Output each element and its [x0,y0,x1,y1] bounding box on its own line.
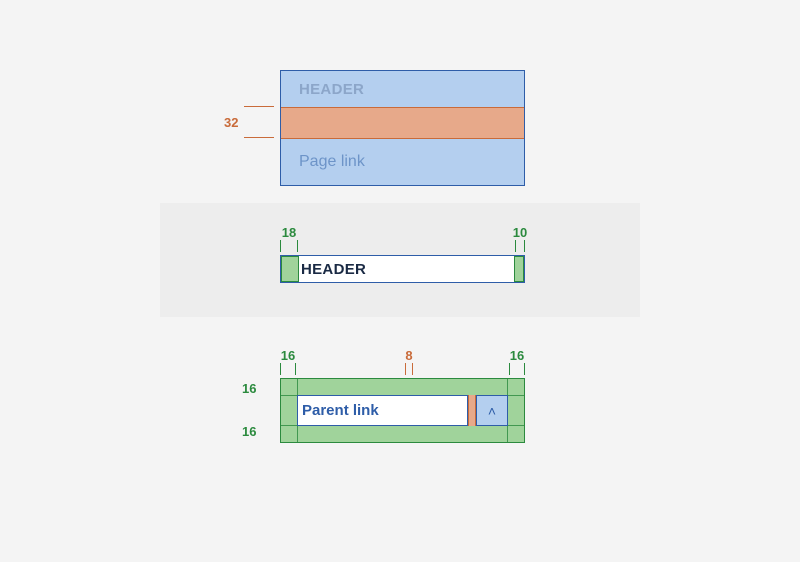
tick-icon [412,363,413,375]
spacing-spec-diagram: 32 HEADER Page link 18 10 HEADER [0,0,800,562]
padding-left [281,256,299,282]
tick-icon [524,240,525,252]
expand-toggle[interactable]: ˄ [476,395,508,426]
nav-header: HEADER [281,71,524,107]
chevron-up-icon: ˄ [488,403,496,419]
measure-value: 16 [281,348,295,363]
measure-value: 16 [242,424,256,439]
example-3: 16 8 16 16 16 P [280,378,525,443]
measure-vertical-gap: 32 [224,106,274,138]
tick-icon [524,363,525,375]
spacing-gap [281,107,524,139]
measure-pad-left: 16 [280,351,296,375]
side-measurements: 16 16 [242,378,276,443]
measure-value: 16 [242,381,256,396]
measure-lines-icon [244,106,274,138]
measure-value: 16 [510,348,524,363]
top-measurements: 16 8 16 [280,351,525,375]
tick-icon [297,240,298,252]
measure-pad-right: 16 [509,351,525,375]
tick-icon [280,240,281,252]
tick-icon [295,363,296,375]
parent-link-row: Parent link ˄ [280,378,525,443]
inner-row: Parent link ˄ [297,395,508,426]
measure-pad-right: 10 [515,228,525,252]
inner-gap [468,395,476,426]
measure-value: 32 [224,115,238,130]
tick-icon [509,363,510,375]
parent-link[interactable]: Parent link [297,395,468,426]
example-2: 18 10 HEADER [280,255,525,283]
nav-panel: HEADER Page link [280,70,525,186]
padding-right [514,256,524,282]
measure-value: 8 [405,348,412,363]
header-row: HEADER [280,255,525,283]
tick-icon [515,240,516,252]
header-label: HEADER [301,256,366,282]
page-link[interactable]: Page link [281,139,524,185]
example-1: 32 HEADER Page link [280,70,525,186]
measure-value: 10 [513,225,527,240]
measure-value: 18 [282,225,296,240]
tick-icon [280,363,281,375]
tick-icon [405,363,406,375]
measure-inner-gap: 8 [405,351,413,375]
measure-pad-left: 18 [280,228,298,252]
